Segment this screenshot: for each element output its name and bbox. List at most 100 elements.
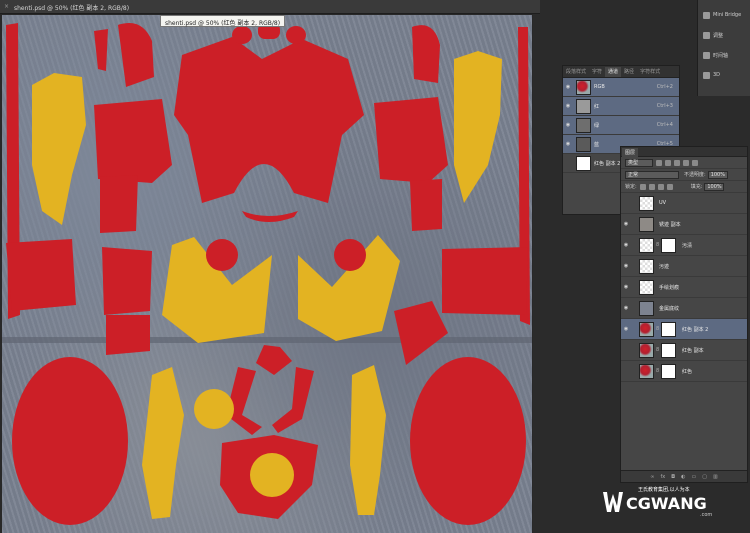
lock-paint-icon[interactable] <box>648 183 655 190</box>
layer-row-stains[interactable]: ◉ 8 污渍 <box>621 235 747 256</box>
layer-mask-thumbnail[interactable] <box>661 321 676 337</box>
layers-panel-footer: ∞ fx ◘ ◐ ▭ ▢ ▥ <box>621 470 747 482</box>
opacity-label: 不透明度: <box>684 172 706 178</box>
eye-icon[interactable]: ◉ <box>563 141 573 147</box>
dock-item-mini-bridge[interactable]: Mini Bridge <box>698 6 750 24</box>
layer-row-red-copy-2[interactable]: ◉ 8 红色 副本 2 <box>621 319 747 340</box>
channel-row-green[interactable]: ◉ 绿 Ctrl+4 <box>563 116 679 135</box>
channel-label: 红 <box>594 103 600 110</box>
collapsed-panel-dock: Mini Bridge 调整 时间轴 3D <box>697 0 750 96</box>
tab-paragraph-styles[interactable]: 段落样式 <box>563 67 589 77</box>
eye-icon[interactable]: ◉ <box>621 284 631 290</box>
tab-character[interactable]: 字符 <box>589 67 605 77</box>
layer-name: 污渍 <box>682 242 693 249</box>
eye-icon[interactable]: ◉ <box>621 263 631 269</box>
tab-paths[interactable]: 路径 <box>621 67 637 77</box>
lock-all-icon[interactable] <box>666 183 673 190</box>
opacity-input[interactable]: 100% <box>707 170 728 179</box>
layer-mask-thumbnail[interactable] <box>661 363 676 379</box>
layer-mask-thumbnail[interactable] <box>661 342 676 358</box>
layer-name: 红色 副本 <box>682 347 704 354</box>
channel-label: RGB <box>594 84 605 90</box>
channel-thumbnail <box>576 117 591 133</box>
fx-icon[interactable]: fx <box>660 474 665 480</box>
layer-name: UV <box>659 200 667 206</box>
dock-item-adjustments[interactable]: 调整 <box>698 26 750 44</box>
vertical-scrollbar[interactable] <box>533 14 540 533</box>
filter-shape-icon[interactable] <box>683 159 689 166</box>
channel-thumbnail <box>576 155 591 171</box>
filter-adjustment-icon[interactable] <box>665 159 671 166</box>
watermark: 王氏教育集团,以人为本 CGWANG .com <box>600 484 750 524</box>
eye-icon[interactable]: ◉ <box>563 103 573 109</box>
layer-mask-thumbnail[interactable] <box>661 237 676 253</box>
channel-thumbnail <box>576 136 591 152</box>
tab-character-styles[interactable]: 字符样式 <box>637 67 663 77</box>
mask-icon[interactable]: ◘ <box>671 474 675 480</box>
watermark-brand: CGWANG <box>626 494 707 513</box>
filter-kind-select[interactable]: 类型 <box>625 158 653 167</box>
dock-item-label: 3D <box>713 72 721 78</box>
watermark-tagline: 王氏教育集团,以人为本 <box>638 487 690 493</box>
dock-item-timeline[interactable]: 时间轴 <box>698 46 750 64</box>
photoshop-window: × shenti.psd @ 50% (红色 副本 2, RGB/8) shen… <box>0 0 750 533</box>
layer-row-uv[interactable]: UV <box>621 193 747 214</box>
document-tab-title: shenti.psd @ 50% (红色 副本 2, RGB/8) <box>14 5 130 12</box>
close-tab-icon[interactable]: × <box>4 3 11 10</box>
layer-name: 手绘划痕 <box>659 284 680 291</box>
layer-row-scratches[interactable]: ◉ 手绘划痕 <box>621 277 747 298</box>
eye-icon[interactable]: ◉ <box>621 326 631 332</box>
channel-thumbnail <box>576 98 591 114</box>
document-tab[interactable]: × shenti.psd @ 50% (红色 副本 2, RGB/8) <box>0 0 540 14</box>
blend-mode-select[interactable]: 正常 <box>625 170 679 179</box>
document-tooltip: shenti.psd @ 50% (红色 副本 2, RGB/8) <box>160 15 286 27</box>
channel-shortcut: Ctrl+2 <box>656 84 673 90</box>
folder-icon[interactable]: ▭ <box>692 474 697 480</box>
layer-row-red-copy[interactable]: 8 红色 副本 <box>621 340 747 361</box>
lock-row: 锁定: 填充: 100% <box>621 181 747 193</box>
dock-item-label: Mini Bridge <box>713 12 742 18</box>
new-layer-icon[interactable]: ▢ <box>702 474 707 480</box>
layer-row-red[interactable]: 8 红色 <box>621 361 747 382</box>
channel-shortcut: Ctrl+4 <box>656 122 673 128</box>
layer-thumbnail <box>639 300 654 316</box>
channel-label: 绿 <box>594 122 600 129</box>
document-canvas[interactable] <box>2 15 532 533</box>
channel-row-rgb[interactable]: ◉ RGB Ctrl+2 <box>563 78 679 97</box>
tab-channels[interactable]: 通道 <box>605 67 622 77</box>
layer-name: 红色 <box>682 368 693 375</box>
layer-thumbnail <box>639 195 654 211</box>
timeline-icon <box>703 51 710 59</box>
filter-type-icon[interactable] <box>674 159 680 166</box>
layer-name: 污迹 <box>659 263 670 270</box>
fill-input[interactable]: 100% <box>704 182 725 191</box>
trash-icon[interactable]: ▥ <box>713 474 718 480</box>
layers-panel-tabs: 图层 <box>621 147 747 158</box>
dock-item-3d[interactable]: 3D <box>698 66 750 84</box>
channel-row-red[interactable]: ◉ 红 Ctrl+3 <box>563 97 679 116</box>
fill-label: 填充: <box>690 184 703 190</box>
layer-thumbnail <box>639 363 654 379</box>
adjustments-icon <box>703 31 710 39</box>
link-icon[interactable]: ∞ <box>650 474 654 480</box>
layer-row-smudge[interactable]: ◉ 污迹 <box>621 256 747 277</box>
layers-panel: 图层 类型 正常 不透明度: 100% 锁定: 填充: 100% UV ◉ 锈迹… <box>620 146 748 483</box>
eye-icon[interactable]: ◉ <box>563 84 573 90</box>
lock-transparency-icon[interactable] <box>639 183 646 190</box>
eye-icon[interactable]: ◉ <box>563 122 573 128</box>
eye-icon[interactable]: ◉ <box>621 305 631 311</box>
adjustment-icon[interactable]: ◐ <box>681 474 685 480</box>
layer-thumbnail <box>639 216 654 232</box>
layer-row-rust-copy[interactable]: ◉ 锈迹 副本 <box>621 214 747 235</box>
filter-smart-object-icon[interactable] <box>692 159 698 166</box>
layer-name: 金属底纹 <box>659 305 680 312</box>
layer-thumbnail <box>639 321 654 337</box>
layer-row-metal-base[interactable]: ◉ 金属底纹 <box>621 298 747 319</box>
eye-icon[interactable]: ◉ <box>621 242 631 248</box>
filter-pixel-icon[interactable] <box>656 159 662 166</box>
dock-item-label: 调整 <box>713 32 724 39</box>
layer-filter-row: 类型 <box>621 157 747 169</box>
eye-icon[interactable]: ◉ <box>621 221 631 227</box>
layer-thumbnail <box>639 342 654 358</box>
lock-position-icon[interactable] <box>657 183 664 190</box>
